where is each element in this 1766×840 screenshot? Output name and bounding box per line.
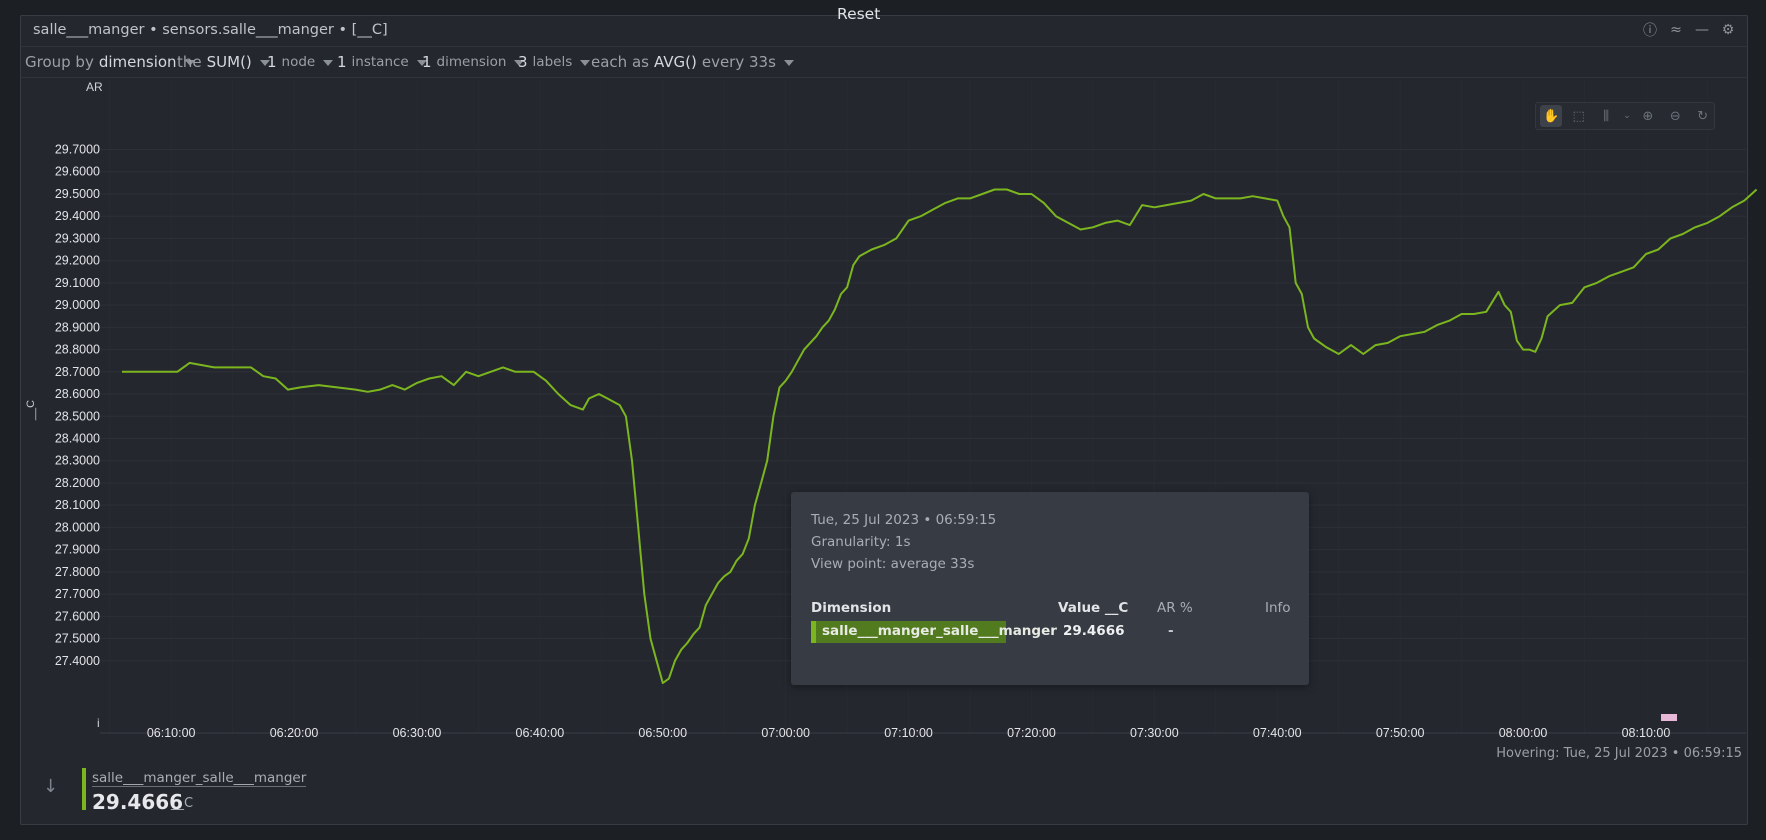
y-tick-label: 29.0000: [55, 298, 100, 312]
zoom-out-icon[interactable]: ⊖: [1664, 105, 1686, 127]
tooltip-dimension-name: salle___manger_salle___manger: [822, 623, 1057, 639]
x-tick-label: 08:00:00: [1499, 726, 1548, 740]
y-tick-label: 27.6000: [55, 609, 100, 623]
tooltip-granularity: Granularity: 1s: [811, 534, 911, 550]
tooltip-col-value: Value __C: [1058, 600, 1129, 616]
y-tick-label: 29.2000: [55, 254, 100, 268]
pan-hand-icon[interactable]: ✋: [1540, 105, 1563, 127]
y-tick-label: 29.1000: [55, 276, 100, 290]
y-tick-label: 27.7000: [55, 587, 100, 601]
x-tick-label: 06:40:00: [516, 726, 565, 740]
tooltip-value: 29.4666: [1063, 623, 1125, 639]
y-tick-label: 28.3000: [55, 454, 100, 468]
tooltip-view-point: View point: average 33s: [811, 556, 975, 572]
hover-tooltip: Tue, 25 Jul 2023 • 06:59:15 Granularity:…: [791, 492, 1309, 685]
y-tick-label: 28.2000: [55, 476, 100, 490]
tooltip-col-info: Info: [1265, 600, 1291, 616]
y-tick-labels: 29.7000 29.6000 29.5000 29.4000 29.3000 29.20…: [55, 143, 100, 668]
hovering-timestamp: Hovering: Tue, 25 Jul 2023 • 06:59:15: [1496, 746, 1742, 761]
y-tick-label: 29.3000: [55, 231, 100, 245]
y-tick-label: 29.7000: [55, 143, 100, 157]
x-tick-label: 06:20:00: [270, 726, 319, 740]
annotation-marker[interactable]: [1661, 714, 1677, 721]
y-top-label: AR: [86, 80, 103, 94]
line-chart[interactable]: AR i __C 29.700029.600029.500029.400029.…: [0, 0, 1766, 840]
select-area-icon[interactable]: ⬚: [1567, 105, 1589, 127]
x-tick-label: 07:50:00: [1376, 726, 1425, 740]
y-tick-label: 28.4000: [55, 431, 100, 445]
tooltip-dimension-row: salle___manger_salle___manger: [811, 621, 1057, 643]
x-tick-label: 07:00:00: [761, 726, 810, 740]
y-axis-label: __C: [25, 400, 37, 421]
y-tick-label: 28.0000: [55, 520, 100, 534]
tooltip-ar-value: -: [1168, 623, 1174, 639]
tooltip-col-ar: AR %: [1157, 600, 1193, 616]
x-tick-label: 07:20:00: [1007, 726, 1056, 740]
y-tick-label: 29.6000: [55, 165, 100, 179]
y-tick-label: 28.5000: [55, 409, 100, 423]
legend-dimension-name[interactable]: salle___manger_salle___manger: [92, 770, 307, 787]
y-tick-label: 28.1000: [55, 498, 100, 512]
zoom-in-icon[interactable]: ⊕: [1637, 105, 1659, 127]
y-tick-label: 28.8000: [55, 343, 100, 357]
x-tick-label: 06:50:00: [638, 726, 687, 740]
legend-value: 29.4666: [92, 790, 184, 814]
legend-color-bar: [82, 768, 86, 810]
y-tick-label: 28.6000: [55, 387, 100, 401]
arrow-down-icon[interactable]: ↓: [43, 776, 58, 797]
y-tick-label: 28.7000: [55, 365, 100, 379]
chart-toolbox: ✋ ⬚ ⫼ ⌄ ⊕ ⊖ ↻: [1535, 102, 1715, 130]
x-tick-label: 06:30:00: [393, 726, 442, 740]
x-tick-label: 08:10:00: [1622, 726, 1671, 740]
tooltip-timestamp: Tue, 25 Jul 2023 • 06:59:15: [811, 512, 997, 528]
x-tick-label: 07:40:00: [1253, 726, 1302, 740]
y-tick-label: 28.9000: [55, 320, 100, 334]
y-tick-label: 27.4000: [55, 654, 100, 668]
y-tick-label: 29.4000: [55, 209, 100, 223]
y-tick-label: 27.5000: [55, 632, 100, 646]
tooltip-col-dimension: Dimension: [811, 600, 892, 616]
y-tick-label: 27.8000: [55, 565, 100, 579]
reset-zoom-icon[interactable]: ↻: [1692, 105, 1714, 127]
chevron-down-icon[interactable]: ⌄: [1622, 105, 1631, 127]
y-tick-label: 29.5000: [55, 187, 100, 201]
x-tick-label: 06:10:00: [147, 726, 196, 740]
x-tick-label: 07:30:00: [1130, 726, 1179, 740]
y-bottom-label: i: [97, 716, 100, 730]
highlight-icon[interactable]: ⫼: [1595, 105, 1617, 127]
x-tick-label: 07:10:00: [884, 726, 933, 740]
y-tick-label: 27.9000: [55, 543, 100, 557]
legend-unit: __C: [171, 796, 194, 811]
